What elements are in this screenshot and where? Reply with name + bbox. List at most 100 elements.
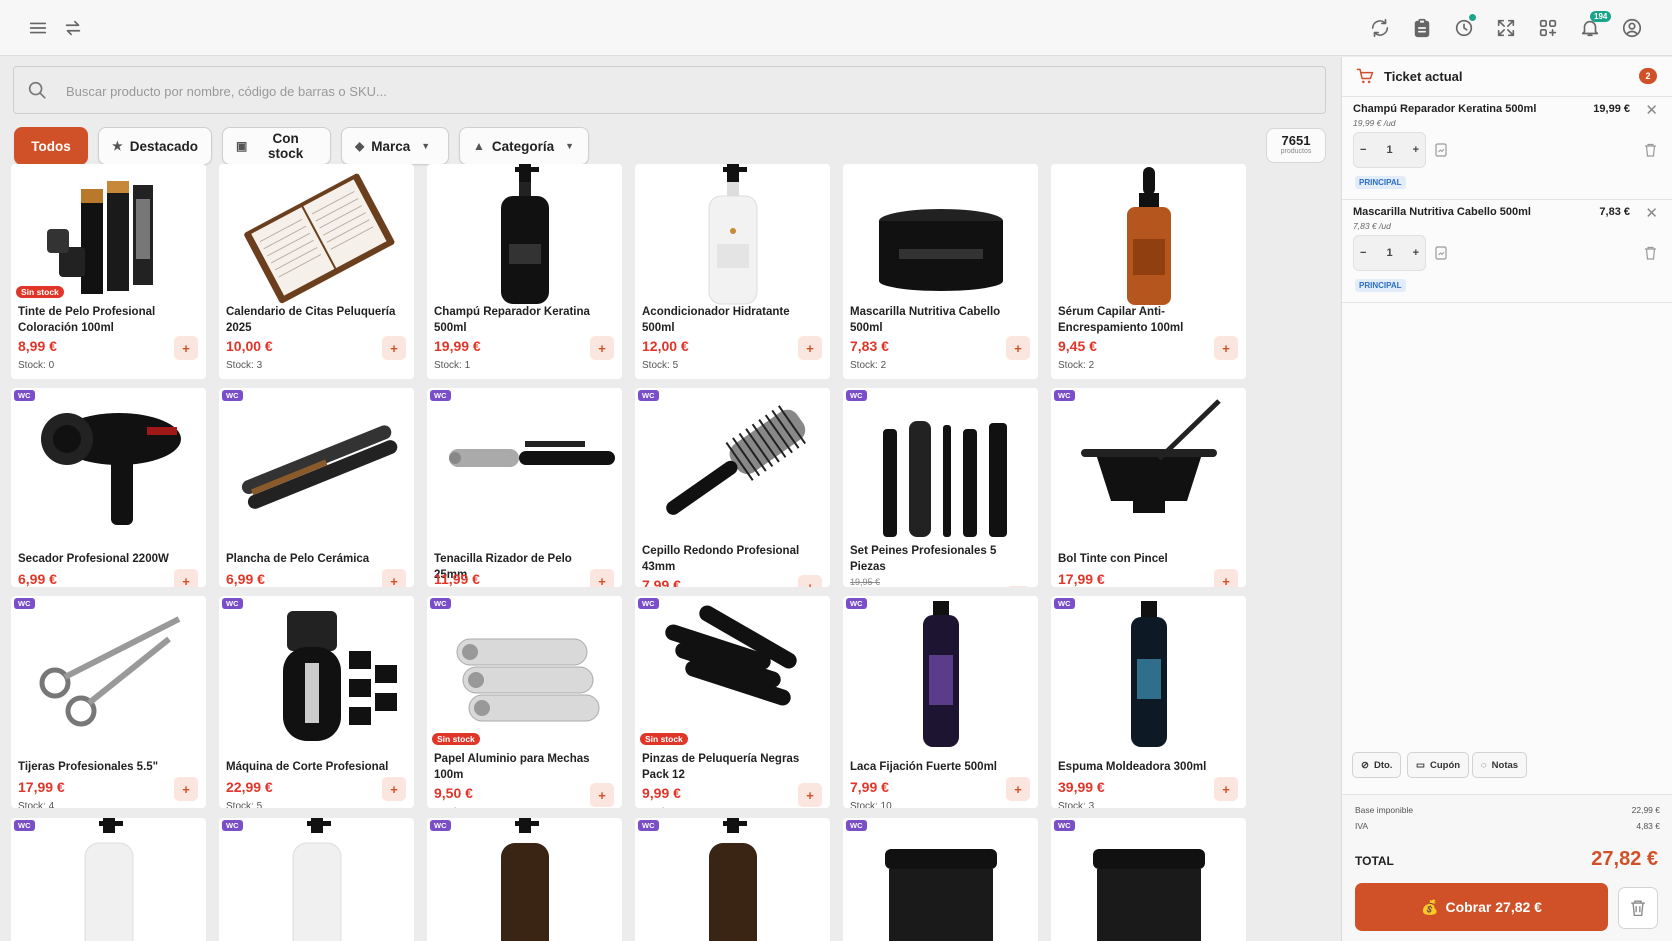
product-card[interactable]: WCTenacilla Rizador de Pelo 25mm11,99 €S… [427,388,622,587]
product-card[interactable]: WC [11,818,206,941]
add-to-ticket-button[interactable]: + [1214,569,1238,587]
product-card[interactable]: WCBol Tinte con Pincel17,99 €Stock: 3+ [1051,388,1246,587]
tax-base-value: 22,99 € [1631,805,1660,815]
percent-tag-icon: ⊘ [1361,759,1369,771]
product-card[interactable]: WC Cepillo Redondo Profesional 43mm 7,99 €… [635,388,830,587]
ticket-line-total: 7,83 € [1599,206,1630,218]
product-card[interactable]: WC Set Peines Profesionales 5 Piezas 19,95… [843,388,1038,587]
product-card[interactable]: WC Sin stock Pinzas de Peluquería Negras P… [635,596,830,808]
decrease-quantity-button[interactable]: − [1360,144,1366,156]
woocommerce-badge: WC [222,820,243,831]
product-card[interactable]: WC [635,818,830,941]
out-of-stock-badge: Sin stock [432,733,480,745]
filter-brand-dropdown[interactable]: ◆ Marca ▼ [341,127,449,165]
search-input[interactable] [66,80,1266,102]
add-to-ticket-button[interactable]: + [1214,777,1238,801]
delete-line-trash-icon[interactable] [1644,246,1657,260]
add-to-ticket-button[interactable]: + [798,575,822,587]
product-card[interactable]: WC Máquina de Corte Profesional 22,99 € Sto… [219,596,414,808]
delete-line-trash-icon[interactable] [1644,143,1657,157]
remove-line-close-icon[interactable]: ✕ [1645,101,1658,119]
increase-quantity-button[interactable]: + [1413,144,1419,156]
product-card[interactable]: WC Laca Fijación Fuerte 500ml 7,99 € Stock:… [843,596,1038,808]
product-card[interactable]: WC [219,818,414,941]
warehouse-tag: PRINCIPAL [1355,279,1406,292]
filter-featured-button[interactable]: ★ Destacado [98,127,212,165]
clipboard-icon[interactable] [1408,14,1436,42]
combs-set-icon [882,420,1007,537]
product-stock: Stock: 0 [434,807,470,808]
filter-all-button[interactable]: Todos [14,127,88,165]
product-card[interactable]: WC Espuma Moldeadora 300ml 39,99 € Stock: 3… [1051,596,1246,808]
product-image [843,164,1038,304]
product-name: Calendario de Citas Peluquería 2025 [226,306,396,334]
add-to-ticket-button[interactable]: + [382,336,406,360]
filter-brand-label: Marca [371,138,411,154]
product-card[interactable]: WCPlancha de Pelo Cerámica6,99 €Stock: 4… [219,388,414,587]
product-card[interactable]: WC Sin stock Papel Aluminio para Mechas 10… [427,596,622,808]
round-brush-icon [665,404,806,515]
product-card[interactable]: Sin stock Tinte de Pelo Profesional Color… [11,164,206,379]
woocommerce-badge: WC [1054,598,1075,609]
coupon-button[interactable]: ▭ Cupón [1407,752,1470,778]
add-to-ticket-button[interactable]: + [382,569,406,587]
product-price: 22,99 € [226,779,273,795]
product-card[interactable]: Calendario de Citas Peluquería 2025 10,00… [219,164,414,379]
add-to-ticket-button[interactable]: + [1006,586,1030,587]
product-stock: Stock: 2 [1058,360,1095,371]
add-to-ticket-button[interactable]: + [174,336,198,360]
add-to-ticket-button[interactable]: + [1006,336,1030,360]
add-to-ticket-button[interactable]: + [1214,336,1238,360]
decrease-quantity-button[interactable]: − [1360,247,1366,259]
hair-clipper-icon [282,610,397,741]
product-stock: Stock: 5 [226,801,263,808]
charge-button[interactable]: 💰 Cobrar 27,82 € [1355,883,1608,931]
product-card[interactable]: WC [843,818,1038,941]
clock-icon[interactable] [1450,13,1478,42]
woocommerce-badge: WC [14,390,35,401]
product-card[interactable]: WC Tijeras Profesionales 5.5" 17,99 € Stock… [11,596,206,808]
product-price: 9,99 € [642,785,681,801]
notes-button[interactable]: ◌ Notas [1472,752,1528,778]
product-image [427,818,622,941]
line-note-icon[interactable] [1435,143,1447,157]
add-to-ticket-button[interactable]: + [590,336,614,360]
sync-icon[interactable] [1366,14,1394,42]
product-name: Espuma Moldeadora 300ml [1058,761,1207,773]
increase-quantity-button[interactable]: + [1413,247,1419,259]
product-card[interactable]: Champú Reparador Keratina 500ml 19,99 € St… [427,164,622,379]
discount-button[interactable]: ⊘ Dto. [1352,752,1402,778]
add-to-ticket-button[interactable]: + [590,783,614,807]
product-card[interactable]: Acondicionador Hidratante 500ml 12,00 € St… [635,164,830,379]
conditioner-bottle-icon [708,164,757,305]
apps-grid-icon[interactable] [1534,14,1562,42]
product-price: 7,99 € [642,577,681,587]
switch-arrows-icon[interactable] [59,14,87,42]
line-note-icon[interactable] [1435,246,1447,260]
add-to-ticket-button[interactable]: + [798,336,822,360]
product-card[interactable]: Sérum Capilar Anti-Encrespamiento 100ml 9… [1051,164,1246,379]
notifications-bell-icon[interactable]: 194 [1576,11,1612,42]
add-to-ticket-button[interactable]: + [798,783,822,807]
fullscreen-icon[interactable] [1492,14,1520,42]
product-price: 39,99 € [1058,779,1105,795]
tax-base-row: Base imponible 22,99 € [1355,805,1660,815]
remove-line-close-icon[interactable]: ✕ [1645,204,1658,222]
filter-in-stock-button[interactable]: ▣ Con stock [222,127,331,165]
add-to-ticket-button[interactable]: + [174,777,198,801]
add-to-ticket-button[interactable]: + [590,569,614,587]
product-card[interactable]: WCSecador Profesional 2200W6,99 €Stock: … [11,388,206,587]
product-card[interactable]: WC [1051,818,1246,941]
product-card[interactable]: Mascarilla Nutritiva Cabello 500ml 7,83 €… [843,164,1038,379]
filter-category-dropdown[interactable]: ▲ Categoría ▼ [459,127,589,165]
user-account-icon[interactable] [1618,14,1646,42]
add-to-ticket-button[interactable]: + [382,777,406,801]
product-image [427,388,622,543]
woocommerce-badge: WC [222,598,243,609]
product-card[interactable]: WC [427,818,622,941]
add-to-ticket-button[interactable]: + [174,569,198,587]
add-to-ticket-button[interactable]: + [1006,777,1030,801]
clear-ticket-button[interactable] [1618,887,1658,929]
product-name: Papel Aluminio para Mechas 100m [434,753,590,781]
menu-icon[interactable] [24,14,52,42]
